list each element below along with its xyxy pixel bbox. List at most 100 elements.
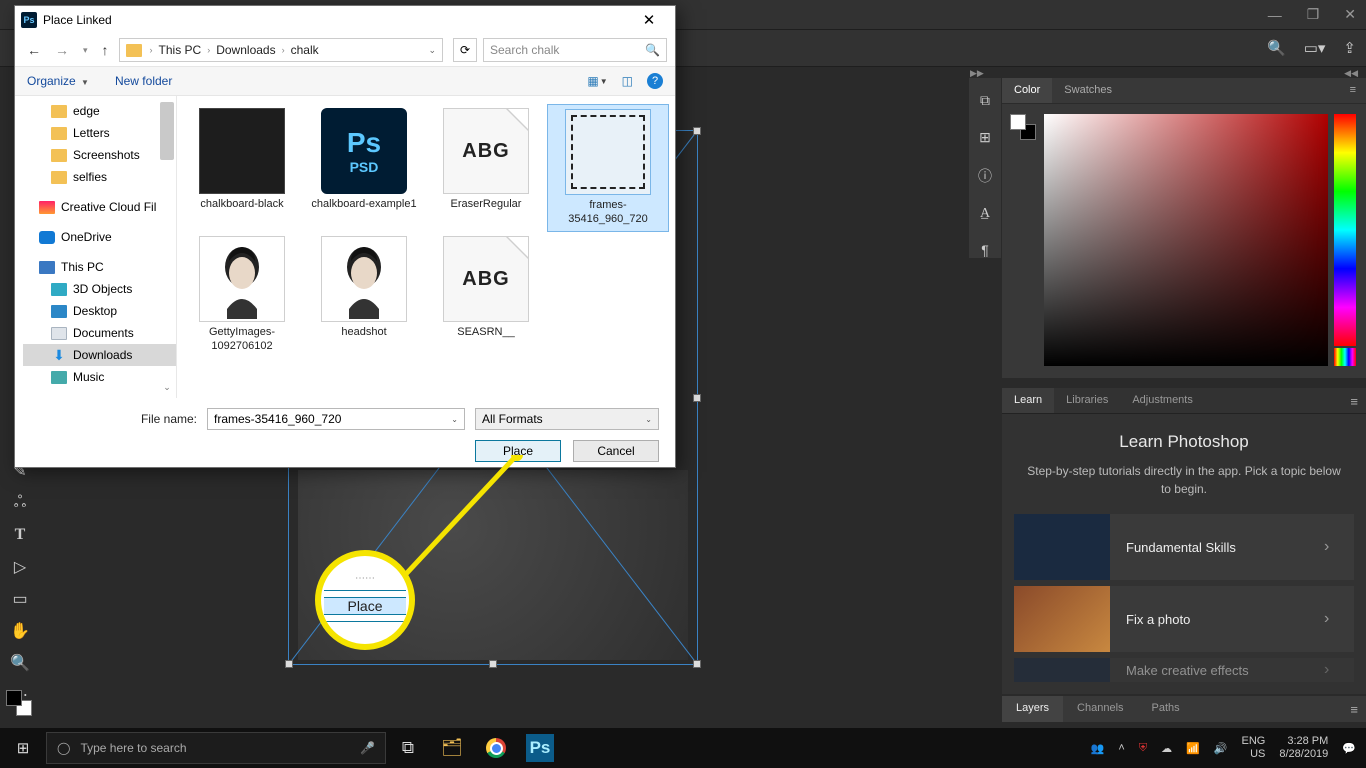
info-panel-icon[interactable]: ⓘ — [978, 166, 992, 186]
hand-tool[interactable]: ✋ — [6, 620, 34, 642]
security-icon[interactable]: ⛨ — [1139, 742, 1147, 755]
file-item[interactable]: headshot — [303, 232, 425, 360]
tree-item[interactable]: Letters — [23, 122, 176, 144]
notifications-icon[interactable]: 💬 — [1342, 742, 1356, 755]
search-icon[interactable]: 🔍 — [1267, 39, 1286, 57]
folder-tree[interactable]: ⌄ edgeLettersScreenshotsselfies Creative … — [15, 96, 177, 398]
fg-bg-swatch[interactable] — [6, 690, 32, 716]
onedrive-tray-icon[interactable]: ☁ — [1161, 742, 1172, 755]
tree-item[interactable]: Screenshots — [23, 144, 176, 166]
new-folder-button[interactable]: New folder — [115, 74, 172, 88]
tree-item[interactable]: edge — [23, 100, 176, 122]
organize-menu[interactable]: Organize ▼ — [27, 74, 89, 88]
panel-menu-icon[interactable]: ≡ — [1340, 78, 1366, 103]
tree-scrollbar[interactable] — [160, 102, 174, 160]
file-item[interactable]: PsPSDchalkboard-example1 — [303, 104, 425, 232]
preview-pane-button[interactable]: ◫ — [622, 74, 633, 88]
tree-item[interactable]: Music — [23, 366, 176, 388]
language-indicator[interactable]: ENGUS — [1242, 735, 1266, 761]
callout-magnifier: ⋯⋯ Place — [315, 550, 415, 650]
filename-input[interactable]: frames-35416_960_720⌄ — [207, 408, 465, 430]
mic-icon[interactable]: 🎤 — [360, 741, 375, 755]
crumb-chalk[interactable]: chalk — [291, 43, 319, 57]
tree-item[interactable]: 3D Objects — [23, 278, 176, 300]
tree-scroll-down[interactable]: ⌄ — [160, 380, 174, 394]
dialog-titlebar[interactable]: Ps Place Linked ✕ — [15, 6, 675, 34]
people-icon[interactable]: 👥 — [1091, 742, 1105, 755]
wifi-icon[interactable]: 📶 — [1186, 742, 1200, 755]
workspace-switcher[interactable]: ▭▾ — [1304, 39, 1326, 57]
tab-channels[interactable]: Channels — [1063, 696, 1137, 722]
zoom-tool[interactable]: 🔍 — [6, 652, 34, 674]
view-mode-button[interactable]: ▦ ▼ — [587, 74, 607, 88]
panel-menu-icon[interactable]: ≡ — [1350, 702, 1358, 717]
file-explorer-taskbar[interactable]: 🗂 — [430, 728, 474, 768]
nav-recent-dropdown[interactable]: ▾ — [79, 45, 92, 56]
tab-adjustments[interactable]: Adjustments — [1120, 388, 1205, 413]
hue-slider[interactable] — [1334, 114, 1356, 346]
hue-strip[interactable] — [1334, 348, 1356, 366]
crumb-downloads[interactable]: Downloads — [216, 43, 275, 57]
paragraph-panel-icon[interactable]: ¶ — [981, 242, 989, 258]
tab-color[interactable]: Color — [1002, 78, 1052, 103]
character-panel-icon[interactable]: A̲ — [980, 206, 990, 222]
file-item[interactable]: ABGSEASRN__ — [425, 232, 547, 360]
tree-item[interactable]: selfies — [23, 166, 176, 188]
tree-item[interactable]: Documents — [23, 322, 176, 344]
system-tray[interactable]: 👥 ˄ ⛨ ☁ 📶 🔊 ENGUS 3:28 PM8/28/2019 💬 — [1091, 735, 1366, 761]
format-filter-select[interactable]: All Formats⌄ — [475, 408, 659, 430]
close-app-button[interactable]: ✕ — [1344, 6, 1356, 23]
taskbar-search[interactable]: ◯ Type here to search 🎤 — [46, 732, 386, 764]
nav-forward-button[interactable]: → — [51, 42, 73, 58]
volume-icon[interactable]: 🔊 — [1214, 742, 1228, 755]
nav-up-button[interactable]: ↑ — [98, 42, 113, 58]
dialog-close-button[interactable]: ✕ — [629, 11, 669, 29]
search-field[interactable]: Search chalk 🔍 — [483, 38, 667, 62]
start-button[interactable]: ⊞ — [0, 739, 46, 757]
minimize-button[interactable]: — — [1268, 7, 1282, 23]
type-tool[interactable]: T — [6, 524, 34, 546]
photoshop-taskbar[interactable]: Ps — [518, 728, 562, 768]
history-panel-icon[interactable]: ⧉ — [980, 92, 990, 109]
lesson-item[interactable]: Make creative effects › — [1014, 658, 1354, 682]
color-field[interactable] — [1044, 114, 1328, 366]
rectangle-tool[interactable]: ▭ — [6, 588, 34, 610]
chrome-taskbar[interactable] — [474, 728, 518, 768]
panel-menu-icon[interactable]: ≡ — [1350, 394, 1358, 409]
color-fg-bg[interactable] — [1010, 114, 1036, 140]
file-item[interactable]: ABGEraserRegular — [425, 104, 547, 232]
share-icon[interactable]: ⇪ — [1343, 39, 1356, 57]
file-item[interactable]: chalkboard-black — [181, 104, 303, 232]
nav-back-button[interactable]: ← — [23, 42, 45, 58]
file-grid[interactable]: chalkboard-blackPsPSDchalkboard-example1… — [177, 96, 675, 398]
file-item[interactable]: frames-35416_960_720 — [547, 104, 669, 232]
tab-swatches[interactable]: Swatches — [1052, 78, 1124, 103]
lesson-title: Fix a photo — [1110, 612, 1324, 627]
tray-chevron[interactable]: ˄ — [1118, 742, 1124, 754]
lesson-item[interactable]: Fundamental Skills › — [1014, 514, 1354, 580]
brush-tool[interactable]: ஃ — [6, 492, 34, 514]
tab-libraries[interactable]: Libraries — [1054, 388, 1120, 413]
clock[interactable]: 3:28 PM8/28/2019 — [1279, 735, 1328, 761]
tab-paths[interactable]: Paths — [1138, 696, 1194, 722]
path-select-tool[interactable]: ▷ — [6, 556, 34, 578]
properties-panel-icon[interactable]: ⊞ — [979, 129, 991, 146]
restore-button[interactable]: ❐ — [1307, 6, 1320, 23]
tree-item[interactable]: This PC — [23, 256, 176, 278]
breadcrumb[interactable]: › This PC› Downloads› chalk ⌄ — [119, 38, 443, 62]
help-button[interactable]: ? — [647, 73, 663, 89]
place-button[interactable]: Place — [475, 440, 561, 462]
task-view-button[interactable]: ⧉ — [386, 728, 430, 768]
lesson-item[interactable]: Fix a photo › — [1014, 586, 1354, 652]
crumb-thispc[interactable]: This PC — [159, 43, 202, 57]
tree-item[interactable]: OneDrive — [23, 226, 176, 248]
file-item[interactable]: GettyImages-1092706102 — [181, 232, 303, 360]
tree-item[interactable]: Creative Cloud Fil — [23, 196, 176, 218]
tab-layers[interactable]: Layers — [1002, 696, 1063, 722]
cancel-button[interactable]: Cancel — [573, 440, 659, 462]
tab-learn[interactable]: Learn — [1002, 388, 1054, 413]
refresh-button[interactable]: ⟳ — [453, 38, 477, 62]
tree-item[interactable]: ⬇Downloads — [23, 344, 176, 366]
crumb-dropdown[interactable]: ⌄ — [428, 45, 436, 56]
tree-item[interactable]: Desktop — [23, 300, 176, 322]
